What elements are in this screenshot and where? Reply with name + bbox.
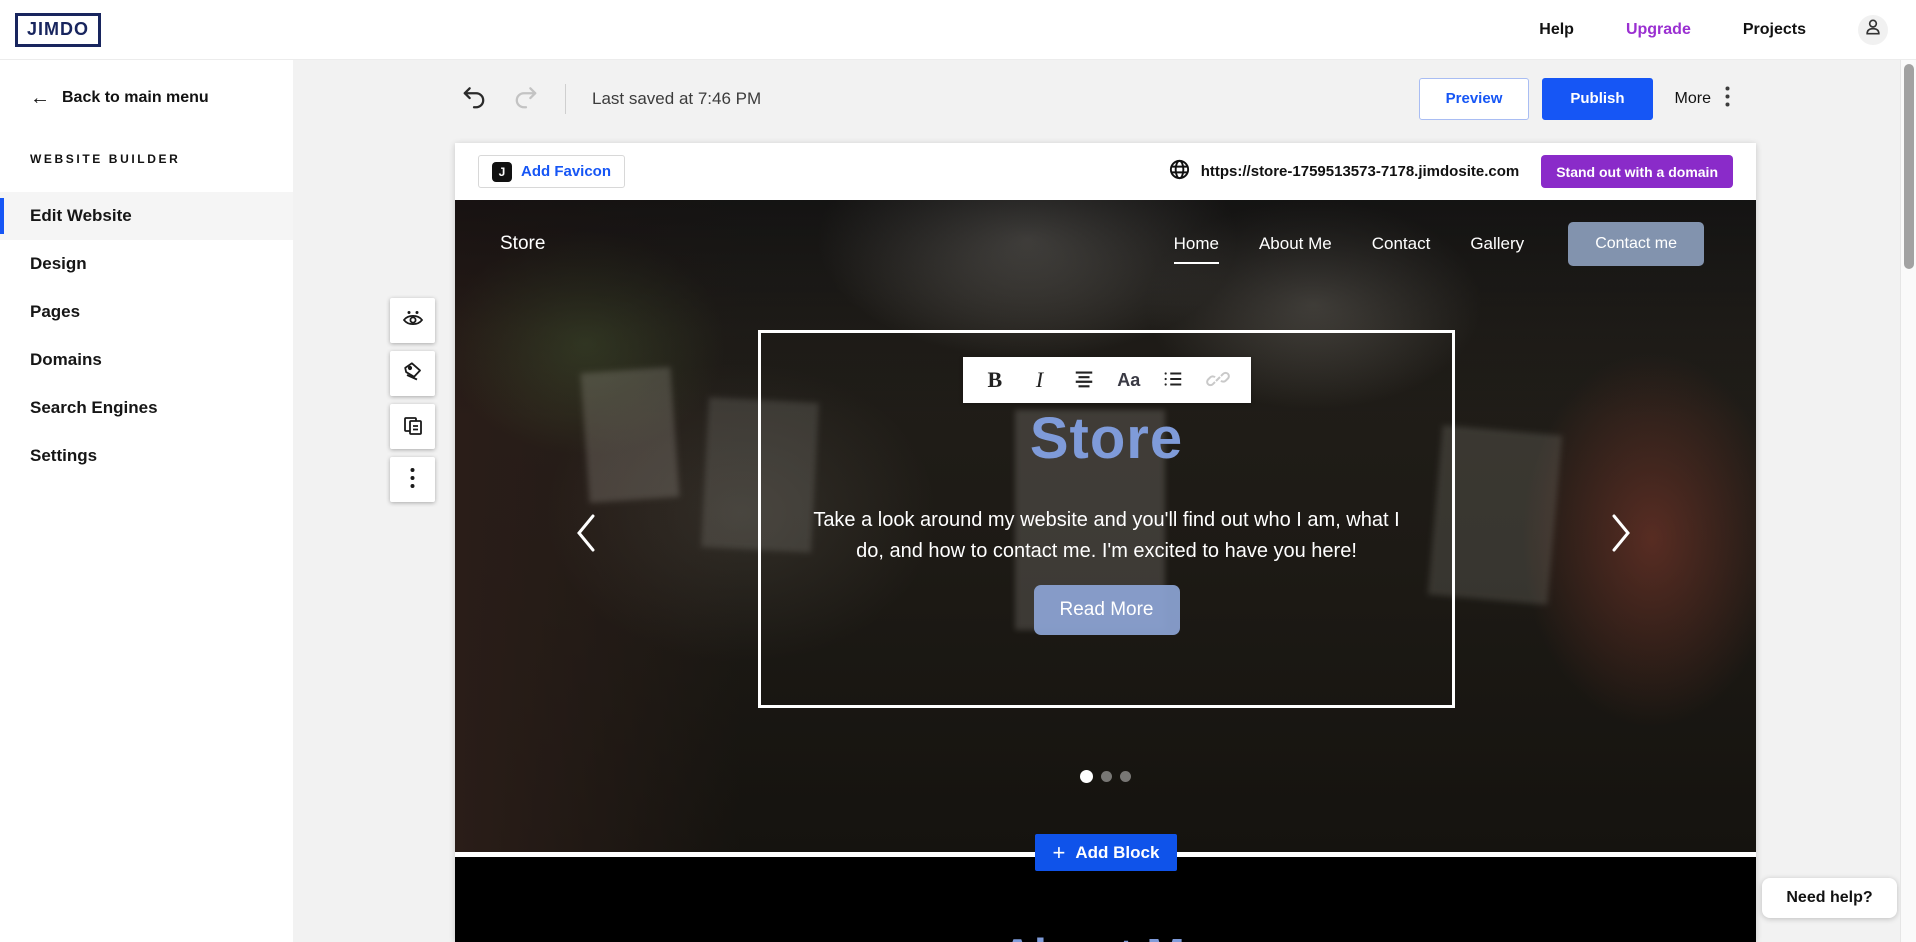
chevron-right-icon bbox=[1608, 542, 1634, 557]
link-button[interactable] bbox=[1203, 365, 1233, 395]
user-icon bbox=[1863, 17, 1883, 42]
back-to-main-menu[interactable]: ← Back to main menu bbox=[0, 60, 293, 108]
nav-gallery[interactable]: Gallery bbox=[1470, 234, 1524, 254]
contact-me-button[interactable]: Contact me bbox=[1568, 222, 1704, 266]
sidebar-item-search-engines[interactable]: Search Engines bbox=[0, 384, 293, 432]
site-url[interactable]: https://store-1759513573-7178.jimdosite.… bbox=[1201, 163, 1519, 180]
globe-icon bbox=[1168, 158, 1191, 186]
domain-cta-button[interactable]: Stand out with a domain bbox=[1541, 155, 1733, 188]
font-button[interactable]: Aa bbox=[1114, 365, 1144, 395]
sidebar: ← Back to main menu WEBSITE BUILDER Edit… bbox=[0, 60, 293, 942]
favicon-bar: J Add Favicon https://store-1759513573-7… bbox=[455, 143, 1756, 200]
redo-button[interactable] bbox=[513, 84, 539, 113]
hero-section: Store Home About Me Contact Gallery Cont… bbox=[455, 200, 1756, 852]
upgrade-link[interactable]: Upgrade bbox=[1626, 21, 1691, 39]
eye-icon bbox=[401, 307, 425, 334]
preview-button[interactable]: Preview bbox=[1419, 78, 1530, 120]
site-brand[interactable]: Store bbox=[500, 233, 545, 255]
carousel-dot-1[interactable] bbox=[1080, 770, 1093, 783]
show-hide-button[interactable] bbox=[390, 298, 435, 343]
add-favicon-button[interactable]: J Add Favicon bbox=[478, 155, 625, 188]
scrollbar-thumb[interactable] bbox=[1904, 64, 1914, 269]
text-format-toolbar: B I Aa bbox=[963, 357, 1251, 403]
nav-contact[interactable]: Contact bbox=[1372, 234, 1431, 254]
site-nav: Store Home About Me Contact Gallery Cont… bbox=[455, 200, 1756, 288]
help-link[interactable]: Help bbox=[1539, 21, 1574, 39]
hero-image-artwork bbox=[581, 367, 680, 503]
account-avatar[interactable] bbox=[1858, 15, 1888, 45]
hero-body-text[interactable]: Take a look around my website and you'll… bbox=[812, 505, 1402, 567]
sidebar-item-domains[interactable]: Domains bbox=[0, 336, 293, 384]
last-saved-status: Last saved at 7:46 PM bbox=[592, 89, 761, 109]
site-preview: J Add Favicon https://store-1759513573-7… bbox=[455, 143, 1756, 942]
block-more-button[interactable] bbox=[390, 457, 435, 502]
jimdo-logo[interactable]: JIMDO bbox=[15, 13, 101, 47]
carousel-dots bbox=[455, 770, 1756, 783]
projects-link[interactable]: Projects bbox=[1743, 21, 1806, 39]
duplicate-button[interactable] bbox=[390, 404, 435, 449]
link-icon bbox=[1206, 367, 1230, 394]
carousel-prev-button[interactable] bbox=[573, 512, 599, 557]
selected-block[interactable]: B I Aa bbox=[758, 330, 1455, 708]
back-label: Back to main menu bbox=[62, 89, 209, 107]
copy-icon bbox=[401, 413, 425, 440]
list-icon bbox=[1162, 368, 1184, 393]
publish-button[interactable]: Publish bbox=[1542, 78, 1652, 120]
sidebar-item-pages[interactable]: Pages bbox=[0, 288, 293, 336]
carousel-dot-3[interactable] bbox=[1120, 771, 1131, 782]
block-tools bbox=[390, 298, 435, 502]
italic-button[interactable]: I bbox=[1024, 365, 1054, 395]
about-me-title: About Me bbox=[455, 928, 1756, 942]
chevron-left-icon bbox=[573, 542, 599, 557]
toolbar-divider bbox=[565, 84, 566, 114]
bold-button[interactable]: B bbox=[980, 365, 1010, 395]
carousel-next-button[interactable] bbox=[1608, 512, 1634, 557]
sidebar-item-settings[interactable]: Settings bbox=[0, 432, 293, 480]
align-center-icon bbox=[1073, 368, 1095, 393]
read-more-button[interactable]: Read More bbox=[1034, 585, 1180, 635]
undo-icon bbox=[461, 84, 487, 113]
more-label: More bbox=[1675, 90, 1711, 108]
kebab-icon bbox=[1725, 86, 1730, 112]
more-menu[interactable]: More bbox=[1675, 86, 1730, 112]
kebab-icon bbox=[410, 467, 415, 492]
nav-about-me[interactable]: About Me bbox=[1259, 234, 1332, 254]
favicon-placeholder-icon: J bbox=[492, 162, 512, 182]
redo-icon bbox=[513, 84, 539, 113]
undo-button[interactable] bbox=[461, 84, 487, 113]
add-block-label: Add Block bbox=[1075, 843, 1159, 863]
add-favicon-label: Add Favicon bbox=[521, 163, 611, 180]
page-scrollbar[interactable] bbox=[1900, 60, 1916, 942]
nav-home[interactable]: Home bbox=[1174, 234, 1219, 254]
add-block-button[interactable]: + Add Block bbox=[1035, 834, 1177, 871]
sidebar-section-title: WEBSITE BUILDER bbox=[0, 108, 293, 166]
plus-icon: + bbox=[1053, 842, 1066, 864]
carousel-dot-2[interactable] bbox=[1101, 771, 1112, 782]
hero-title[interactable]: Store bbox=[761, 405, 1452, 472]
sidebar-menu: Edit Website Design Pages Domains Search… bbox=[0, 192, 293, 480]
editor-toolbar: Last saved at 7:46 PM Preview Publish Mo… bbox=[293, 60, 1900, 137]
back-arrow-icon: ← bbox=[30, 88, 50, 108]
style-button[interactable] bbox=[390, 351, 435, 396]
need-help-button[interactable]: Need help? bbox=[1762, 878, 1897, 918]
app-header: JIMDO Help Upgrade Projects bbox=[0, 0, 1916, 60]
sidebar-item-design[interactable]: Design bbox=[0, 240, 293, 288]
style-tags-icon bbox=[401, 360, 425, 387]
jimdo-editor: JIMDO Help Upgrade Projects ← Back to ma… bbox=[0, 0, 1916, 942]
sidebar-item-edit-website[interactable]: Edit Website bbox=[0, 192, 293, 240]
align-button[interactable] bbox=[1069, 365, 1099, 395]
list-button[interactable] bbox=[1158, 365, 1188, 395]
